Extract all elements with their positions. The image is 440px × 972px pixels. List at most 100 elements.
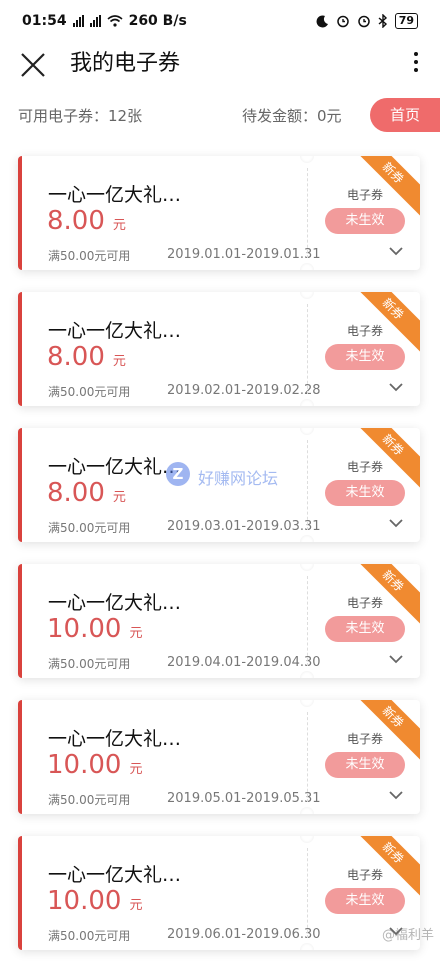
coupon-amount-unit: 元 [112, 490, 126, 505]
coupon-amount-unit: 元 [112, 218, 126, 233]
coupon-condition: 满50.00元可用 [48, 249, 131, 263]
coupon-list: 一心一亿大礼… 8.00 元 满50.00元可用 2019.01.01-2019.… [18, 156, 420, 972]
coupon-status-badge: 未生效 [325, 616, 405, 642]
coupon-divider [307, 304, 308, 394]
coupon-notch [300, 156, 314, 163]
coupon-notch [300, 943, 314, 950]
coupon-amount-value: 10.00 [47, 886, 122, 916]
coupon-amount-unit: 元 [129, 762, 143, 777]
coupon-amount: 10.00 元 [47, 886, 142, 916]
coupon-summary: 可用电子券：12张 待发金额：0元 首页 [0, 98, 440, 134]
coupon-notch [300, 564, 314, 571]
coupon-status-badge: 未生效 [325, 480, 405, 506]
page-title: 我的电子券 [70, 51, 181, 76]
coupon-dates: 2019.05.01-2019.05.31 [167, 791, 321, 806]
more-icon[interactable] [410, 48, 422, 78]
coupon-amount-value: 10.00 [47, 614, 122, 644]
coupon-condition: 满50.00元可用 [48, 929, 131, 943]
coupon-accent-bar [18, 292, 22, 406]
wifi-icon [107, 15, 123, 27]
coupon-divider [307, 712, 308, 802]
coupon-type: 电子券 [347, 596, 384, 610]
coupon-dates: 2019.03.01-2019.03.31 [167, 519, 321, 534]
coupon-type: 电子券 [347, 188, 384, 202]
coupon-status-badge: 未生效 [325, 888, 405, 914]
status-left: 01:54 260 B/s [22, 13, 187, 29]
net-speed: 260 B/s [128, 13, 187, 29]
pending-amount: 待发金额：0元 [242, 107, 342, 125]
alarm-icon [336, 15, 349, 28]
coupon-card[interactable]: 一心一亿大礼… 10.00 元 满50.00元可用 2019.05.01-2019… [18, 700, 420, 814]
battery-icon: 79 [394, 13, 418, 29]
coupon-name: 一心一亿大礼… [48, 320, 182, 342]
coupon-accent-bar [18, 700, 22, 814]
coupon-dates: 2019.01.01-2019.01.31 [167, 247, 321, 262]
coupon-amount: 8.00 元 [47, 206, 126, 236]
coupon-notch [300, 428, 314, 435]
chevron-down-icon[interactable] [389, 790, 403, 800]
status-time: 01:54 [22, 13, 67, 29]
coupon-dates: 2019.04.01-2019.04.30 [167, 655, 321, 670]
coupon-accent-bar [18, 428, 22, 542]
coupon-amount-value: 8.00 [47, 478, 105, 508]
coupon-notch [300, 292, 314, 299]
chevron-down-icon[interactable] [389, 382, 403, 392]
coupon-amount: 10.00 元 [47, 750, 142, 780]
coupon-accent-bar [18, 564, 22, 678]
coupon-notch [300, 836, 314, 843]
coupon-type: 电子券 [347, 732, 384, 746]
coupon-notch [300, 399, 314, 406]
coupon-amount: 8.00 元 [47, 342, 126, 372]
coupon-type: 电子券 [347, 460, 384, 474]
coupon-notch [300, 535, 314, 542]
coupon-notch [300, 700, 314, 707]
coupon-amount-unit: 元 [112, 354, 126, 369]
coupon-notch [300, 671, 314, 678]
coupon-condition: 满50.00元可用 [48, 657, 131, 671]
coupon-amount-value: 10.00 [47, 750, 122, 780]
chevron-down-icon[interactable] [389, 654, 403, 664]
available-count: 可用电子券：12张 [18, 107, 143, 125]
coupon-divider [307, 576, 308, 666]
forum-watermark-logo: Z [166, 462, 190, 486]
coupon-amount-value: 8.00 [47, 206, 105, 236]
coupon-name: 一心一亿大礼… [48, 728, 182, 750]
coupon-status-badge: 未生效 [325, 344, 405, 370]
coupon-amount-value: 8.00 [47, 342, 105, 372]
moon-icon [316, 14, 328, 27]
coupon-card[interactable]: 一心一亿大礼… 10.00 元 满50.00元可用 2019.04.01-2019… [18, 564, 420, 678]
signal-icon [72, 15, 84, 27]
coupon-condition: 满50.00元可用 [48, 793, 131, 807]
coupon-condition: 满50.00元可用 [48, 521, 131, 535]
coupon-divider [307, 440, 308, 530]
coupon-divider [307, 168, 308, 258]
coupon-type: 电子券 [347, 324, 384, 338]
forum-watermark-text: 好赚网论坛 [198, 469, 279, 488]
coupon-name: 一心一亿大礼… [48, 864, 182, 886]
coupon-name: 一心一亿大礼… [48, 592, 182, 614]
coupon-card[interactable]: 一心一亿大礼… 10.00 元 满50.00元可用 2019.06.01-2019… [18, 836, 420, 950]
weibo-watermark: @福利羊 [381, 928, 434, 943]
signal-icon [89, 15, 101, 27]
coupon-status-badge: 未生效 [325, 208, 405, 234]
coupon-status-badge: 未生效 [325, 752, 405, 778]
coupon-card[interactable]: 一心一亿大礼… 8.00 元 满50.00元可用 2019.02.01-2019.… [18, 292, 420, 406]
status-right: 79 [316, 13, 418, 29]
coupon-type: 电子券 [347, 868, 384, 882]
chevron-down-icon[interactable] [389, 518, 403, 528]
coupon-name: 一心一亿大礼… [48, 456, 182, 478]
coupon-accent-bar [18, 156, 22, 270]
chevron-down-icon[interactable] [389, 246, 403, 256]
coupon-accent-bar [18, 836, 22, 950]
status-bar: 01:54 260 B/s 79 [0, 0, 440, 44]
alarm-icon [357, 15, 370, 28]
close-icon[interactable] [18, 50, 48, 80]
coupon-amount: 10.00 元 [47, 614, 142, 644]
coupon-name: 一心一亿大礼… [48, 184, 182, 206]
coupon-amount-unit: 元 [129, 898, 143, 913]
coupon-card[interactable]: 一心一亿大礼… 8.00 元 满50.00元可用 2019.01.01-2019.… [18, 156, 420, 270]
home-button[interactable]: 首页 [370, 98, 440, 132]
coupon-condition: 满50.00元可用 [48, 385, 131, 399]
coupon-divider [307, 848, 308, 938]
coupon-dates: 2019.06.01-2019.06.30 [167, 927, 321, 942]
